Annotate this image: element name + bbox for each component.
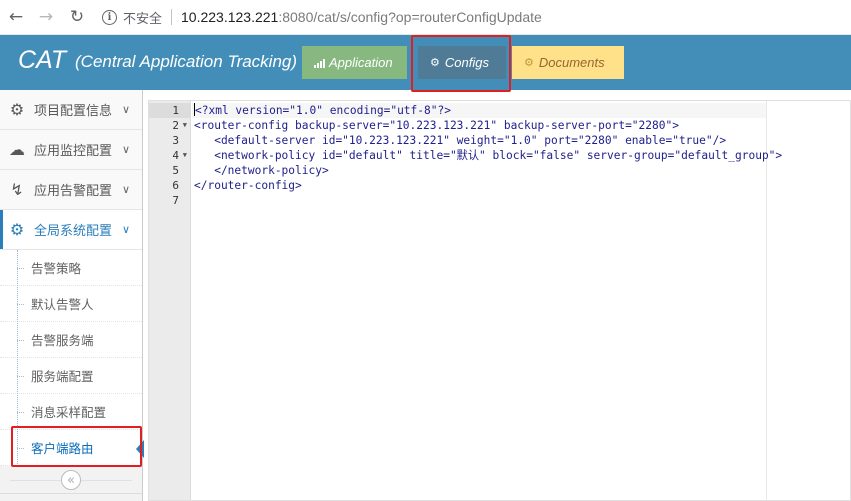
brand-subtitle: (Central Application Tracking): [75, 52, 298, 71]
chevron-down-icon: ∨: [121, 223, 130, 236]
code-line-text: <?xml version="1.0" encoding="utf-8"?>: [195, 104, 451, 117]
url-path: :8080/cat/s/config?op=routerConfigUpdate: [278, 9, 542, 25]
sidebar-item-label: 应用告警配置: [34, 184, 113, 199]
double-chevron-left-icon[interactable]: «: [61, 470, 81, 490]
line-number: 3: [172, 134, 179, 147]
application-button[interactable]: Application: [302, 46, 407, 79]
gears-icon: ⚙: [9, 100, 25, 119]
submenu-item-server-config[interactable]: 服务端配置: [0, 358, 142, 394]
line-number-text: 2: [172, 119, 179, 132]
cloud-icon: ☁: [9, 140, 25, 159]
bar-chart-icon: [314, 58, 325, 68]
code-line[interactable]: [194, 193, 782, 208]
code-line[interactable]: </router-config>: [194, 178, 782, 193]
sidebar-item-app-monitor-config[interactable]: ☁ 应用监控配置 ∨: [0, 130, 142, 170]
sidebar-footer: [0, 493, 142, 501]
forward-arrow-icon[interactable]: →: [35, 6, 57, 28]
fold-arrow-icon[interactable]: ▼: [183, 118, 187, 133]
reload-icon[interactable]: ↻: [66, 6, 88, 28]
sidebar-item-project-config[interactable]: ⚙ 项目配置信息 ∨: [0, 90, 142, 130]
sidebar-item-label: 应用监控配置: [34, 144, 113, 159]
highlight-box-client-router: [11, 426, 142, 467]
sidebar-item-app-alert-config[interactable]: ↯ 应用告警配置 ∨: [0, 170, 142, 210]
chevron-down-icon: ∨: [121, 103, 130, 116]
chevron-down-icon: ∨: [121, 183, 130, 196]
submenu-item-alert-server[interactable]: 告警服务端: [0, 322, 142, 358]
back-arrow-icon[interactable]: ←: [5, 6, 27, 28]
info-icon[interactable]: i: [102, 9, 117, 25]
submenu-item-alert-policy[interactable]: 告警策略: [0, 250, 142, 286]
line-number-text: 4: [172, 149, 179, 162]
line-number: 7: [172, 194, 179, 207]
code-line[interactable]: <?xml version="1.0" encoding="utf-8"?>: [194, 103, 782, 118]
code-line[interactable]: <router-config backup-server="10.223.123…: [194, 118, 782, 133]
submenu-item-default-receiver[interactable]: 默认告警人: [0, 286, 142, 322]
url-host: 10.223.123.221: [181, 9, 279, 25]
sidebar-item-label: 全局系统配置: [34, 224, 113, 239]
code-line[interactable]: <default-server id="10.223.123.221" weig…: [194, 133, 782, 148]
sidebar-item-global-system-config[interactable]: ⚙ 全局系统配置 ∨: [0, 210, 142, 250]
code-editor[interactable]: 1 2 ▼ 3 4 ▼ 5 6 7 <?xml version="1.0" enco…: [148, 100, 851, 501]
line-number: 1: [172, 104, 179, 117]
bolt-icon: ↯: [10, 180, 24, 199]
documents-button-label: Documents: [538, 55, 605, 70]
line-number: 4 ▼: [149, 148, 189, 163]
documents-button[interactable]: ⚙ Documents: [512, 46, 624, 79]
sidebar-item-label: 项目配置信息: [34, 104, 113, 119]
code-line[interactable]: </network-policy>: [194, 163, 782, 178]
line-number: 6: [172, 179, 179, 192]
highlight-box-configs: [411, 35, 511, 92]
url-separator: [171, 9, 173, 25]
browser-toolbar: ← → ↻ i 不安全 10.223.123.221:8080/cat/s/co…: [0, 0, 851, 35]
line-number: 2 ▼: [149, 118, 189, 133]
gear-icon: ⚙: [9, 220, 25, 239]
application-button-label: Application: [329, 55, 393, 70]
brand-title[interactable]: CAT: [18, 46, 66, 75]
chevron-down-icon: ∨: [121, 143, 130, 156]
cogs-icon: ⚙: [524, 57, 534, 69]
code-content[interactable]: <?xml version="1.0" encoding="utf-8"?> <…: [194, 103, 782, 208]
sidebar-collapse: «: [0, 467, 142, 493]
editor-gutter: 1 2 ▼ 3 4 ▼ 5 6 7: [149, 101, 191, 500]
submenu-item-sampling-config[interactable]: 消息采样配置: [0, 394, 142, 430]
address-bar[interactable]: i 不安全 10.223.123.221:8080/cat/s/config?o…: [102, 3, 851, 31]
insecure-label: 不安全: [123, 10, 163, 26]
fold-arrow-icon[interactable]: ▼: [183, 148, 187, 163]
line-number: 5: [172, 164, 179, 177]
code-line[interactable]: <network-policy id="default" title="默认" …: [194, 148, 782, 163]
